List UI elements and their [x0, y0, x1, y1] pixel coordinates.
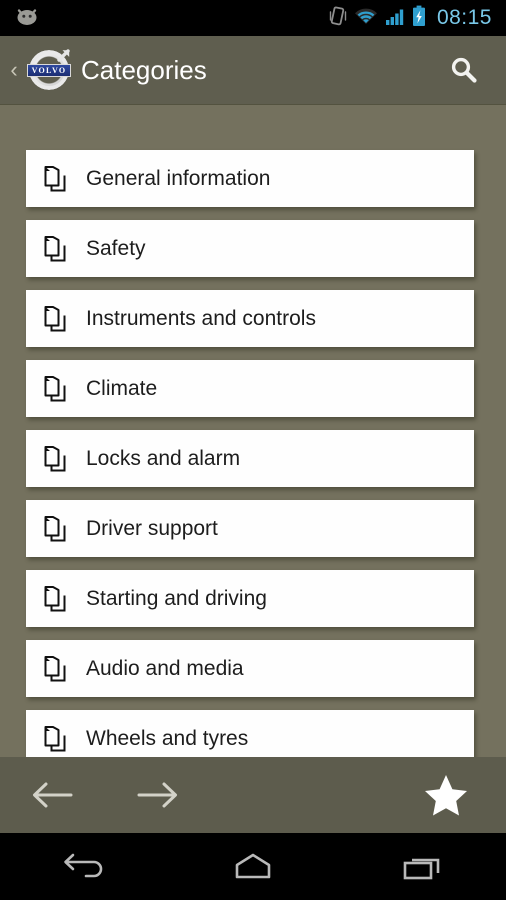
cellular-signal-icon [385, 6, 405, 31]
list-item[interactable]: Instruments and controls [26, 290, 474, 347]
android-nav-bar [0, 833, 506, 900]
list-item[interactable]: Audio and media [26, 640, 474, 697]
status-bar-clock: 08:15 [436, 6, 492, 29]
list-item-label: Driver support [86, 516, 218, 540]
list-item[interactable]: Driver support [26, 500, 474, 557]
list-item[interactable]: Wheels and tyres [26, 710, 474, 757]
volvo-logo[interactable]: VOLVO [25, 46, 73, 94]
android-recents-icon[interactable] [372, 833, 472, 900]
documents-icon [42, 724, 72, 754]
status-bar: 08:15 [0, 0, 506, 36]
documents-icon [42, 304, 72, 334]
wifi-icon [354, 6, 378, 31]
vibrate-icon [329, 5, 347, 32]
list-item[interactable]: Safety [26, 220, 474, 277]
star-icon[interactable] [410, 759, 482, 831]
list-item-label: Instruments and controls [86, 306, 316, 330]
list-item-label: Audio and media [86, 656, 244, 680]
page-title: Categories [81, 54, 207, 85]
list-item-label: Locks and alarm [86, 446, 241, 470]
list-item-label: General information [86, 166, 271, 190]
documents-icon [42, 164, 72, 194]
list-item[interactable]: Starting and driving [26, 570, 474, 627]
documents-icon [42, 234, 72, 264]
list-item[interactable]: Locks and alarm [26, 430, 474, 487]
documents-icon [42, 514, 72, 544]
arrow-left-icon[interactable] [16, 759, 88, 831]
documents-icon [42, 584, 72, 614]
android-home-icon[interactable] [203, 833, 303, 900]
status-bar-left [0, 6, 40, 31]
documents-icon [42, 444, 72, 474]
documents-icon [42, 654, 72, 684]
list-item[interactable]: Climate [26, 360, 474, 417]
list-item-label: Starting and driving [86, 586, 267, 610]
search-icon[interactable] [444, 50, 484, 90]
documents-icon [42, 374, 72, 404]
volvo-wordmark-text: VOLVO [31, 65, 67, 76]
battery-charging-icon [412, 5, 426, 32]
list-item[interactable]: General information [26, 150, 474, 207]
volvo-wordmark: VOLVO [27, 64, 71, 77]
android-mascot-icon [14, 6, 40, 31]
list-item-label: Climate [86, 376, 158, 400]
back-chevron-icon[interactable]: ‹ [3, 59, 25, 81]
volvo-arrow-icon [57, 49, 70, 62]
android-back-icon[interactable] [34, 833, 134, 900]
status-bar-right: 08:15 [329, 5, 506, 32]
action-bar: ‹ VOLVO Categories [0, 36, 506, 105]
list-item-label: Safety [86, 236, 146, 260]
list-item-label: Wheels and tyres [86, 726, 249, 750]
phone-screen: 08:15 ‹ VOLVO Categories General informa… [0, 0, 506, 900]
arrow-right-icon[interactable] [122, 759, 194, 831]
bottom-toolbar [0, 757, 506, 833]
category-list[interactable]: General information Safety Instruments a… [0, 105, 506, 757]
